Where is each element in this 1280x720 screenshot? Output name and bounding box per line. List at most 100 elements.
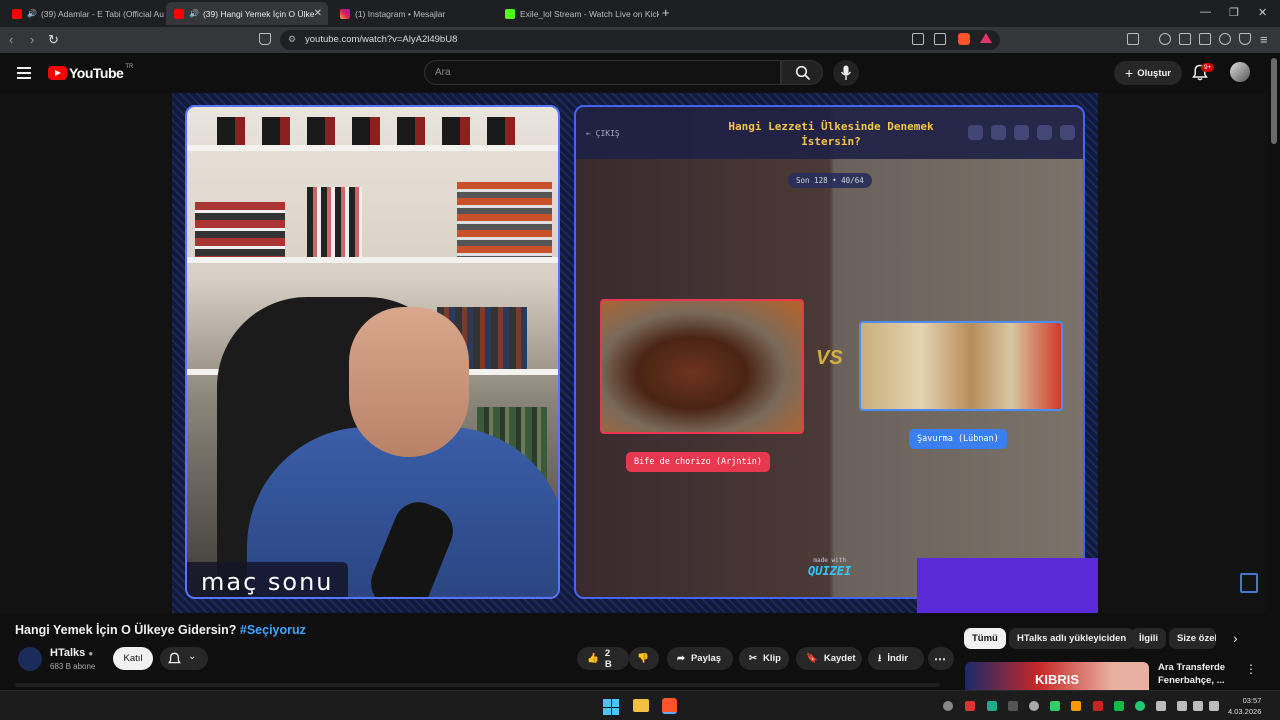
browser-tab[interactable]: (1) Instagram • Mesajlar (332, 2, 492, 25)
restore-icon[interactable]: ❐ (1229, 6, 1239, 19)
chip-related[interactable]: İlgili (1131, 628, 1166, 649)
bookshelf (187, 257, 558, 263)
menu-icon[interactable]: ≡ (1260, 32, 1268, 47)
speaker-icon: 🔊 (189, 9, 199, 18)
close-tab-icon[interactable]: ✕ (314, 8, 322, 19)
tray-icon[interactable] (1135, 701, 1145, 711)
hashtag-link[interactable]: #Seçiyoruz (240, 623, 306, 637)
volume-icon[interactable] (1193, 701, 1203, 711)
back-icon[interactable]: ‹ (9, 32, 13, 47)
minimize-icon[interactable]: — (1200, 6, 1211, 18)
battery-icon[interactable] (1209, 701, 1219, 711)
browser-tab-active[interactable]: 🔊 (39) Hangi Yemek İçin O Ülke ✕ (166, 2, 328, 25)
download-button[interactable]: ⭳ İndir (868, 647, 924, 670)
clip-button[interactable]: ✂ Klip (739, 647, 789, 670)
youtube-logo[interactable]: YouTube TR (48, 64, 133, 81)
tray-icon[interactable] (1050, 701, 1060, 711)
shelf-figurines (217, 117, 517, 145)
youtube-header: YouTube TR Ara + Oluştur 9+ (0, 53, 1280, 93)
related-video-title[interactable]: Ara Transferde Fenerbahçe, ... (1158, 662, 1238, 688)
vpn-icon[interactable] (1239, 33, 1251, 45)
option-left-label: Bife de chorizo (Arjntin) (626, 452, 770, 472)
music-icon[interactable] (1159, 33, 1171, 45)
bookmark-icon[interactable] (259, 33, 271, 45)
tray-icon[interactable] (1071, 701, 1081, 711)
new-tab-button[interactable]: + (662, 5, 670, 20)
chip-all[interactable]: Tümü (964, 628, 1006, 649)
sidebar-icon[interactable] (1179, 33, 1191, 45)
reload-icon[interactable]: ↻ (48, 32, 59, 48)
channel-watermark-icon[interactable] (1240, 573, 1258, 593)
person-head (349, 307, 469, 457)
clock-time: 03:57 (1242, 696, 1262, 705)
tab-title: (1) Instagram • Mesajlar (355, 8, 446, 19)
voice-search-button[interactable] (833, 60, 859, 86)
youtube-favicon-icon (174, 8, 184, 19)
reader-icon[interactable] (1127, 33, 1139, 45)
search-input[interactable]: Ara (424, 60, 781, 85)
related-video-thumbnail[interactable]: KIBRIS (965, 662, 1149, 690)
account-avatar[interactable] (1230, 62, 1250, 82)
thumbs-up-icon: 👍 (587, 653, 599, 664)
page-scrollbar[interactable] (1271, 58, 1277, 144)
url-field[interactable]: ⚙ youtube.com/watch?v=AlyA2l49bU8 (280, 30, 1000, 50)
channel-name[interactable]: HTalks ● (50, 647, 93, 659)
instagram-favicon-icon (340, 8, 350, 19)
video-frame: maç sonu ← ÇIKIŞ Hangi Lezzeti Ülkesinde… (172, 93, 1098, 613)
youtube-wordmark: YouTube (69, 65, 124, 81)
brave-rewards-icon[interactable] (980, 33, 992, 43)
windows-start-icon[interactable] (603, 699, 619, 715)
chip-for-you[interactable]: Size özel (1169, 628, 1216, 649)
search-button[interactable] (781, 60, 823, 85)
create-button[interactable]: + Oluştur (1114, 61, 1182, 85)
chip-from-uploader[interactable]: HTalks adlı yükleyiciden (1009, 628, 1135, 649)
chevron-down-icon: ⌄ (188, 651, 197, 662)
bookmark-icon: 🔖 (806, 653, 818, 664)
address-bar-row: ‹ › ↻ ⚙ youtube.com/watch?v=AlyA2l49bU8 … (0, 27, 1280, 53)
tray-icon[interactable] (965, 701, 975, 711)
brave-taskbar-icon[interactable] (662, 698, 677, 714)
tray-icon[interactable] (1114, 701, 1124, 711)
browser-tab[interactable]: 🔊 (39) Adamlar - E Tabi (Official Au (4, 2, 164, 25)
share-icon[interactable] (934, 33, 946, 45)
tray-icon[interactable] (1093, 701, 1103, 711)
url-text: youtube.com/watch?v=AlyA2l49bU8 (305, 34, 458, 45)
close-window-icon[interactable]: ✕ (1258, 6, 1267, 19)
like-button[interactable]: 👍 2 B (577, 647, 629, 670)
dislike-button[interactable]: 👎 (629, 647, 659, 670)
video-player[interactable]: maç sonu ← ÇIKIŞ Hangi Lezzeti Ülkesinde… (0, 93, 1268, 613)
leo-ai-icon[interactable] (1219, 33, 1231, 45)
versus-label: VS (816, 347, 843, 369)
download-icon: ⭳ (878, 652, 882, 664)
tray-icon[interactable] (1029, 701, 1039, 711)
brave-shield-icon[interactable] (958, 33, 970, 45)
tray-icon[interactable] (987, 701, 997, 711)
cast-icon[interactable] (912, 33, 924, 45)
save-button[interactable]: 🔖 Kaydet (796, 647, 862, 670)
overlay-block (917, 558, 1098, 613)
browser-tab[interactable]: Exile_lol Stream - Watch Live on Kick (497, 2, 659, 25)
tray-icon[interactable] (1008, 701, 1018, 711)
channel-avatar[interactable] (18, 647, 42, 671)
tab-title: Exile_lol Stream - Watch Live on Kick (520, 8, 659, 19)
network-icon[interactable] (1177, 701, 1187, 711)
notification-preference-button[interactable]: ⌄ (160, 647, 208, 670)
share-button[interactable]: ➦ Paylaş (667, 647, 733, 670)
join-button[interactable]: Katıl (113, 647, 153, 670)
share-arrow-icon: ➦ (677, 653, 685, 664)
related-more-icon[interactable]: ⋮ (1245, 662, 1257, 676)
system-clock[interactable]: 03:57 4.03.2026 (1228, 696, 1261, 717)
clock-date: 4.03.2026 (1228, 706, 1262, 716)
file-explorer-icon[interactable] (633, 699, 649, 712)
hamburger-menu-icon[interactable] (17, 67, 31, 82)
windows-taskbar: 03:57 4.03.2026 (0, 690, 1280, 720)
search-placeholder: Ara (435, 67, 451, 78)
microphone-tray-icon[interactable] (1156, 701, 1166, 711)
site-info-icon[interactable]: ⚙ (288, 34, 296, 45)
forward-icon[interactable]: › (30, 32, 34, 47)
chevron-right-icon[interactable]: › (1233, 630, 1238, 646)
wallet-icon[interactable] (1199, 33, 1211, 45)
tray-icon[interactable] (943, 701, 953, 711)
save-label: Kaydet (823, 653, 856, 664)
more-actions-button[interactable]: ⋯ (928, 647, 954, 670)
